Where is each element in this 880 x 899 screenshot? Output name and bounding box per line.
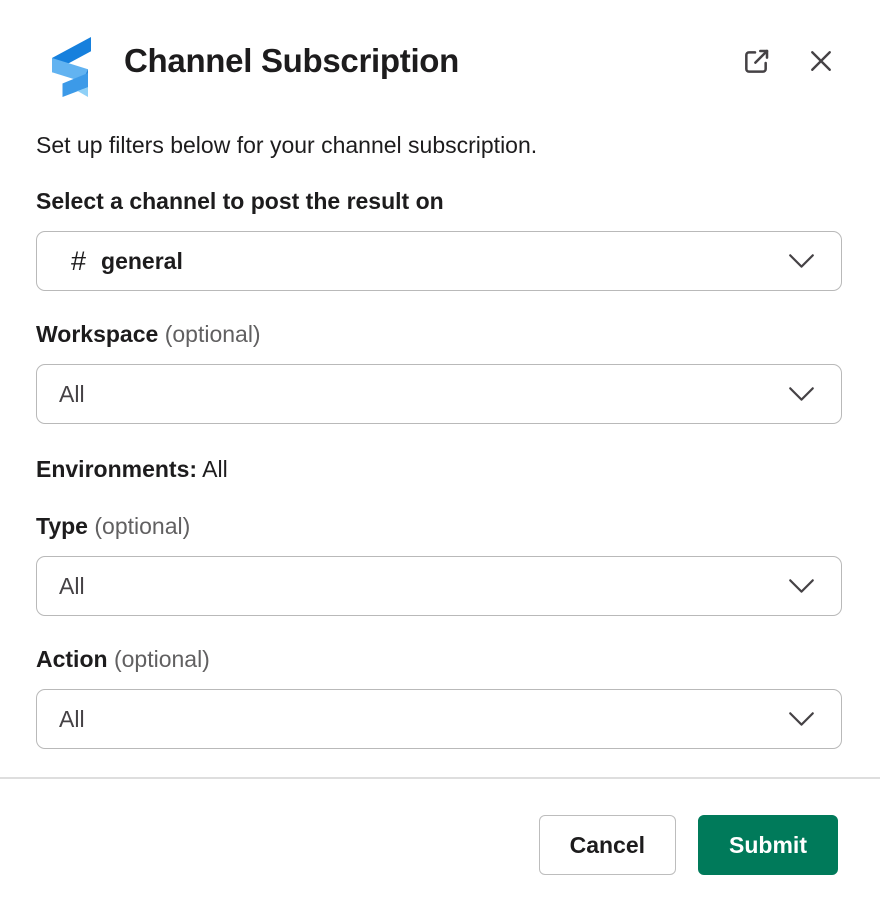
chevron-down-icon xyxy=(788,711,815,727)
environments-line: Environments: All xyxy=(36,454,842,484)
channel-select[interactable]: # general xyxy=(36,231,842,291)
type-select-value: All xyxy=(59,573,85,600)
environments-label: Environments: xyxy=(36,456,197,482)
workspace-select-value: All xyxy=(59,381,85,408)
type-select[interactable]: All xyxy=(36,556,842,616)
modal-body: Set up filters below for your channel su… xyxy=(0,100,880,779)
type-label-text: Type xyxy=(36,513,88,539)
action-optional-text: (optional) xyxy=(108,646,210,672)
header-actions xyxy=(740,44,838,78)
external-link-icon xyxy=(741,45,773,77)
workspace-field-label: Workspace (optional) xyxy=(36,319,842,349)
action-label-text: Action xyxy=(36,646,108,672)
app-logo-icon xyxy=(40,22,112,100)
channel-field-label: Select a channel to post the result on xyxy=(36,186,842,216)
action-select[interactable]: All xyxy=(36,689,842,749)
close-button[interactable] xyxy=(804,44,838,78)
intro-text: Set up filters below for your channel su… xyxy=(36,130,842,160)
channel-subscription-modal: Channel Subscription Set up filters belo… xyxy=(0,0,880,892)
modal-title: Channel Subscription xyxy=(124,42,740,80)
environments-value: All xyxy=(197,456,228,482)
cancel-button[interactable]: Cancel xyxy=(539,815,676,875)
action-select-value: All xyxy=(59,706,85,733)
channel-field-label-text: Select a channel to post the result on xyxy=(36,188,444,214)
chevron-down-icon xyxy=(788,253,815,269)
open-external-button[interactable] xyxy=(740,44,774,78)
workspace-label-text: Workspace xyxy=(36,321,158,347)
workspace-optional-text: (optional) xyxy=(158,321,260,347)
type-optional-text: (optional) xyxy=(88,513,190,539)
modal-header: Channel Subscription xyxy=(0,0,880,100)
submit-button[interactable]: Submit xyxy=(698,815,838,875)
channel-select-value: general xyxy=(101,248,183,275)
modal-footer: Cancel Submit xyxy=(0,779,880,899)
action-field-label: Action (optional) xyxy=(36,644,842,674)
type-field-label: Type (optional) xyxy=(36,511,842,541)
close-icon xyxy=(806,46,836,76)
workspace-select[interactable]: All xyxy=(36,364,842,424)
channel-hash-icon: # xyxy=(71,248,86,275)
chevron-down-icon xyxy=(788,578,815,594)
chevron-down-icon xyxy=(788,386,815,402)
